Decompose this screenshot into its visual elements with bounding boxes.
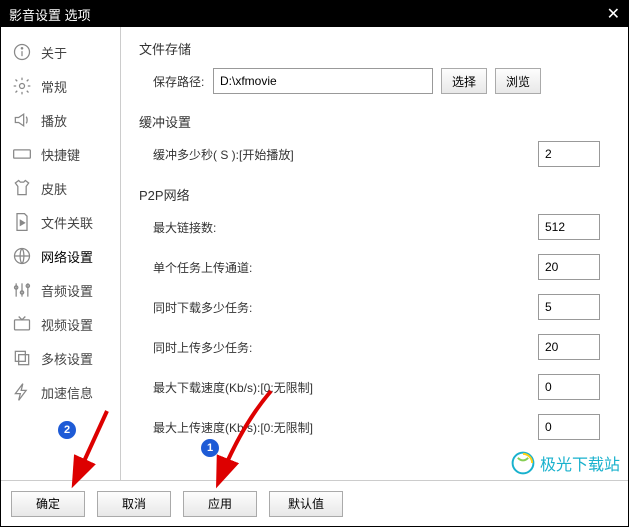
max-upload-speed-input[interactable] [538, 414, 600, 440]
browse-button[interactable]: 浏览 [495, 68, 541, 94]
max-connections-input[interactable] [538, 214, 600, 240]
file-play-icon [11, 211, 33, 233]
section-title: P2P网络 [139, 185, 610, 204]
watermark-text: 极光下载站 [540, 451, 620, 475]
equalizer-icon [11, 279, 33, 301]
default-button[interactable]: 默认值 [269, 491, 343, 517]
layers-icon [11, 347, 33, 369]
bolt-icon [11, 381, 33, 403]
upload-tasks-input[interactable] [538, 334, 600, 360]
section-storage: 文件存储 保存路径: 选择 浏览 [139, 39, 610, 94]
p2p-label: 同时下载多少任务: [153, 299, 313, 316]
p2p-label: 最大下载速度(Kb/s):[0:无限制] [153, 379, 353, 396]
sidebar-item-shortcuts[interactable]: 快捷键 [1, 137, 120, 171]
apply-button[interactable]: 应用 [183, 491, 257, 517]
sidebar-item-label: 网络设置 [41, 247, 93, 266]
titlebar: 影音设置 选项 ✕ [1, 1, 628, 27]
watermark: 极光下载站 [510, 450, 620, 476]
sidebar-item-label: 视频设置 [41, 315, 93, 334]
sidebar: 关于 常规 播放 快捷键 皮肤 文件关联 [1, 27, 121, 480]
p2p-label: 最大链接数: [153, 219, 313, 236]
sidebar-item-label: 多核设置 [41, 349, 93, 368]
sidebar-item-label: 快捷键 [41, 145, 80, 164]
cancel-button[interactable]: 取消 [97, 491, 171, 517]
p2p-label: 最大上传速度(Kb/s):[0:无限制] [153, 419, 353, 436]
download-tasks-input[interactable] [538, 294, 600, 320]
buffer-label: 缓冲多少秒( S ):[开始播放] [153, 146, 294, 163]
sidebar-item-label: 关于 [41, 43, 67, 62]
sidebar-item-video[interactable]: 视频设置 [1, 307, 120, 341]
p2p-label: 单个任务上传通道: [153, 259, 313, 276]
section-title: 文件存储 [139, 39, 610, 58]
sidebar-item-skin[interactable]: 皮肤 [1, 171, 120, 205]
sidebar-item-audio[interactable]: 音频设置 [1, 273, 120, 307]
save-path-input[interactable] [213, 68, 433, 94]
speaker-icon [11, 109, 33, 131]
sidebar-item-playback[interactable]: 播放 [1, 103, 120, 137]
keyboard-icon [11, 143, 33, 165]
section-title: 缓冲设置 [139, 112, 610, 131]
sidebar-item-label: 皮肤 [41, 179, 67, 198]
section-p2p: P2P网络 最大链接数: 单个任务上传通道: 同时下载多少任务: 同时上传多少任… [139, 185, 610, 440]
info-icon [11, 41, 33, 63]
section-buffer: 缓冲设置 缓冲多少秒( S ):[开始播放] [139, 112, 610, 167]
close-icon[interactable]: ✕ [607, 4, 620, 24]
tshirt-icon [11, 177, 33, 199]
select-button[interactable]: 选择 [441, 68, 487, 94]
sidebar-item-accel[interactable]: 加速信息 [1, 375, 120, 409]
sidebar-item-file-assoc[interactable]: 文件关联 [1, 205, 120, 239]
annotation-badge-1: 1 [201, 439, 219, 457]
main-panel: 文件存储 保存路径: 选择 浏览 缓冲设置 缓冲多少秒( S ):[开始播放] … [121, 27, 628, 480]
annotation-badge-2: 2 [58, 421, 76, 439]
max-download-speed-input[interactable] [538, 374, 600, 400]
window-title: 影音设置 选项 [9, 5, 91, 24]
sidebar-item-about[interactable]: 关于 [1, 35, 120, 69]
sidebar-item-label: 常规 [41, 77, 67, 96]
watermark-logo-icon [510, 450, 536, 476]
sidebar-item-network[interactable]: 网络设置 [1, 239, 120, 273]
upload-channels-input[interactable] [538, 254, 600, 280]
p2p-label: 同时上传多少任务: [153, 339, 313, 356]
buffer-input[interactable] [538, 141, 600, 167]
sidebar-item-label: 加速信息 [41, 383, 93, 402]
save-path-label: 保存路径: [153, 73, 213, 90]
sidebar-item-multicore[interactable]: 多核设置 [1, 341, 120, 375]
globe-icon [11, 245, 33, 267]
sidebar-item-label: 音频设置 [41, 281, 93, 300]
ok-button[interactable]: 确定 [11, 491, 85, 517]
footer: 确定 取消 应用 默认值 [1, 480, 628, 526]
sidebar-item-label: 播放 [41, 111, 67, 130]
tv-icon [11, 313, 33, 335]
gear-icon [11, 75, 33, 97]
sidebar-item-general[interactable]: 常规 [1, 69, 120, 103]
sidebar-item-label: 文件关联 [41, 213, 93, 232]
